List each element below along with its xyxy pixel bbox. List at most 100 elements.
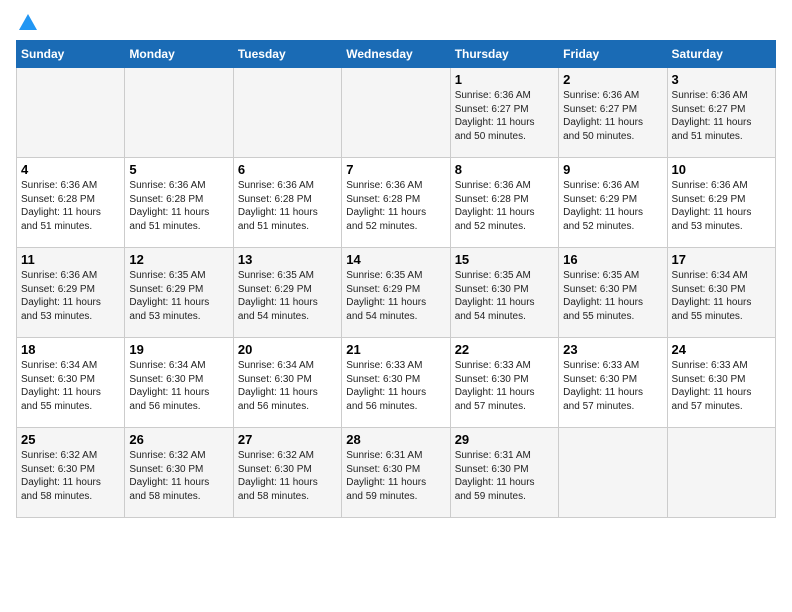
day-info: Sunrise: 6:34 AM Sunset: 6:30 PM Dayligh… <box>672 269 771 323</box>
day-info: Sunrise: 6:31 AM Sunset: 6:30 PM Dayligh… <box>455 449 554 503</box>
day-number: 5 <box>129 162 228 177</box>
day-info: Sunrise: 6:32 AM Sunset: 6:30 PM Dayligh… <box>21 449 120 503</box>
day-number: 20 <box>238 342 337 357</box>
day-cell: 8 Sunrise: 6:36 AM Sunset: 6:28 PM Daylig… <box>450 158 558 248</box>
day-info: Sunrise: 6:34 AM Sunset: 6:30 PM Dayligh… <box>238 359 337 413</box>
day-cell <box>125 68 233 158</box>
day-cell <box>342 68 450 158</box>
day-cell: 10Sunrise: 6:36 AM Sunset: 6:29 PM Dayli… <box>667 158 775 248</box>
day-cell: 17 Sunrise: 6:34 AM Sunset: 6:30 PM Dayli… <box>667 248 775 338</box>
day-info: Sunrise: 6:35 AM Sunset: 6:29 PM Dayligh… <box>346 269 445 323</box>
day-cell: 21 Sunrise: 6:33 AM Sunset: 6:30 PM Dayli… <box>342 338 450 428</box>
day-cell: 19Sunrise: 6:34 AM Sunset: 6:30 PM Dayli… <box>125 338 233 428</box>
day-cell: 16 Sunrise: 6:35 AM Sunset: 6:30 PM Dayli… <box>559 248 667 338</box>
day-cell: 11 Sunrise: 6:36 AM Sunset: 6:29 PM Dayli… <box>17 248 125 338</box>
day-number: 14 <box>346 252 445 267</box>
calendar-header: SundayMondayTuesdayWednesdayThursdayFrid… <box>17 41 776 68</box>
day-info: Sunrise: 6:34 AM Sunset: 6:30 PM Dayligh… <box>21 359 120 413</box>
week-row-5: 25 Sunrise: 6:32 AM Sunset: 6:30 PM Dayli… <box>17 428 776 518</box>
day-number: 8 <box>455 162 554 177</box>
day-info: Sunrise: 6:35 AM Sunset: 6:29 PM Dayligh… <box>238 269 337 323</box>
day-info: Sunrise: 6:36 AM Sunset: 6:28 PM Dayligh… <box>455 179 554 233</box>
header-row: SundayMondayTuesdayWednesdayThursdayFrid… <box>17 41 776 68</box>
day-info: Sunrise: 6:33 AM Sunset: 6:30 PM Dayligh… <box>346 359 445 413</box>
day-number: 24 <box>672 342 771 357</box>
day-cell: 15 Sunrise: 6:35 AM Sunset: 6:30 PM Dayli… <box>450 248 558 338</box>
week-row-3: 11 Sunrise: 6:36 AM Sunset: 6:29 PM Dayli… <box>17 248 776 338</box>
day-info: Sunrise: 6:36 AM Sunset: 6:29 PM Dayligh… <box>21 269 120 323</box>
page-header <box>16 16 776 28</box>
day-number: 1 <box>455 72 554 87</box>
day-info: Sunrise: 6:36 AM Sunset: 6:29 PM Dayligh… <box>563 179 662 233</box>
day-info: Sunrise: 6:35 AM Sunset: 6:30 PM Dayligh… <box>563 269 662 323</box>
day-cell: 27 Sunrise: 6:32 AM Sunset: 6:30 PM Dayli… <box>233 428 341 518</box>
day-cell: 1 Sunrise: 6:36 AM Sunset: 6:27 PM Daylig… <box>450 68 558 158</box>
day-number: 12 <box>129 252 228 267</box>
day-info: Sunrise: 6:33 AM Sunset: 6:30 PM Dayligh… <box>455 359 554 413</box>
day-number: 29 <box>455 432 554 447</box>
day-number: 3 <box>672 72 771 87</box>
day-cell: 14 Sunrise: 6:35 AM Sunset: 6:29 PM Dayli… <box>342 248 450 338</box>
logo <box>16 16 39 28</box>
day-cell: 7 Sunrise: 6:36 AM Sunset: 6:28 PM Daylig… <box>342 158 450 248</box>
day-cell: 29 Sunrise: 6:31 AM Sunset: 6:30 PM Dayli… <box>450 428 558 518</box>
day-info: Sunrise: 6:35 AM Sunset: 6:30 PM Dayligh… <box>455 269 554 323</box>
day-number: 7 <box>346 162 445 177</box>
day-cell: 13 Sunrise: 6:35 AM Sunset: 6:29 PM Dayli… <box>233 248 341 338</box>
day-info: Sunrise: 6:36 AM Sunset: 6:27 PM Dayligh… <box>563 89 662 143</box>
day-number: 17 <box>672 252 771 267</box>
day-cell <box>17 68 125 158</box>
day-number: 15 <box>455 252 554 267</box>
day-number: 9 <box>563 162 662 177</box>
day-info: Sunrise: 6:35 AM Sunset: 6:29 PM Dayligh… <box>129 269 228 323</box>
day-number: 16 <box>563 252 662 267</box>
header-cell-tuesday: Tuesday <box>233 41 341 68</box>
day-cell: 9 Sunrise: 6:36 AM Sunset: 6:29 PM Daylig… <box>559 158 667 248</box>
day-number: 23 <box>563 342 662 357</box>
day-cell: 6Sunrise: 6:36 AM Sunset: 6:28 PM Daylig… <box>233 158 341 248</box>
day-cell <box>233 68 341 158</box>
day-cell: 18 Sunrise: 6:34 AM Sunset: 6:30 PM Dayli… <box>17 338 125 428</box>
day-info: Sunrise: 6:32 AM Sunset: 6:30 PM Dayligh… <box>238 449 337 503</box>
day-info: Sunrise: 6:36 AM Sunset: 6:28 PM Dayligh… <box>129 179 228 233</box>
day-number: 18 <box>21 342 120 357</box>
logo-icon <box>17 12 39 34</box>
day-number: 2 <box>563 72 662 87</box>
day-info: Sunrise: 6:36 AM Sunset: 6:27 PM Dayligh… <box>672 89 771 143</box>
header-cell-thursday: Thursday <box>450 41 558 68</box>
day-info: Sunrise: 6:32 AM Sunset: 6:30 PM Dayligh… <box>129 449 228 503</box>
header-cell-sunday: Sunday <box>17 41 125 68</box>
day-number: 21 <box>346 342 445 357</box>
day-info: Sunrise: 6:36 AM Sunset: 6:28 PM Dayligh… <box>238 179 337 233</box>
day-info: Sunrise: 6:34 AM Sunset: 6:30 PM Dayligh… <box>129 359 228 413</box>
day-number: 13 <box>238 252 337 267</box>
day-cell: 22 Sunrise: 6:33 AM Sunset: 6:30 PM Dayli… <box>450 338 558 428</box>
day-info: Sunrise: 6:31 AM Sunset: 6:30 PM Dayligh… <box>346 449 445 503</box>
day-number: 22 <box>455 342 554 357</box>
day-cell: 25 Sunrise: 6:32 AM Sunset: 6:30 PM Dayli… <box>17 428 125 518</box>
day-cell <box>667 428 775 518</box>
day-cell <box>559 428 667 518</box>
day-number: 28 <box>346 432 445 447</box>
day-number: 11 <box>21 252 120 267</box>
day-number: 27 <box>238 432 337 447</box>
day-info: Sunrise: 6:36 AM Sunset: 6:28 PM Dayligh… <box>21 179 120 233</box>
day-info: Sunrise: 6:33 AM Sunset: 6:30 PM Dayligh… <box>672 359 771 413</box>
day-number: 25 <box>21 432 120 447</box>
day-info: Sunrise: 6:36 AM Sunset: 6:28 PM Dayligh… <box>346 179 445 233</box>
calendar-table: SundayMondayTuesdayWednesdayThursdayFrid… <box>16 40 776 518</box>
day-cell: 12 Sunrise: 6:35 AM Sunset: 6:29 PM Dayli… <box>125 248 233 338</box>
header-cell-saturday: Saturday <box>667 41 775 68</box>
week-row-2: 4 Sunrise: 6:36 AM Sunset: 6:28 PM Daylig… <box>17 158 776 248</box>
header-cell-friday: Friday <box>559 41 667 68</box>
header-cell-wednesday: Wednesday <box>342 41 450 68</box>
day-number: 26 <box>129 432 228 447</box>
day-cell: 2 Sunrise: 6:36 AM Sunset: 6:27 PM Daylig… <box>559 68 667 158</box>
day-info: Sunrise: 6:33 AM Sunset: 6:30 PM Dayligh… <box>563 359 662 413</box>
day-number: 4 <box>21 162 120 177</box>
day-info: Sunrise: 6:36 AM Sunset: 6:27 PM Dayligh… <box>455 89 554 143</box>
week-row-4: 18 Sunrise: 6:34 AM Sunset: 6:30 PM Dayli… <box>17 338 776 428</box>
header-cell-monday: Monday <box>125 41 233 68</box>
calendar-body: 1 Sunrise: 6:36 AM Sunset: 6:27 PM Daylig… <box>17 68 776 518</box>
day-cell: 5 Sunrise: 6:36 AM Sunset: 6:28 PM Daylig… <box>125 158 233 248</box>
